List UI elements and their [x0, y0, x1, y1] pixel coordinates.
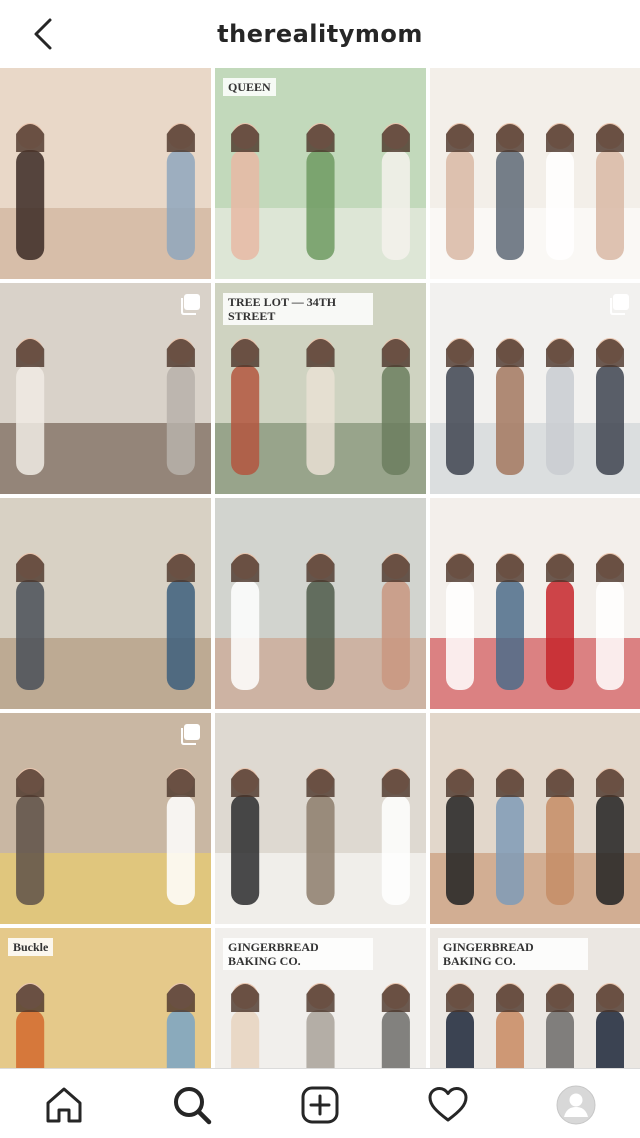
post-living-room-tree[interactable]: GINGERBREAD BAKING CO. [215, 928, 426, 1068]
post-photo [0, 68, 211, 279]
tab-new-post[interactable] [298, 1083, 342, 1127]
post-photo [215, 68, 426, 279]
post-white-kitchen-group[interactable] [430, 283, 640, 494]
post-photo-text: GINGERBREAD BAKING CO. [438, 938, 588, 970]
post-photo [0, 498, 211, 709]
post-photo-text: QUEEN [223, 78, 276, 96]
post-photo-text: GINGERBREAD BAKING CO. [223, 938, 373, 970]
post-photo-text: TREE LOT — 34TH STREET [223, 293, 373, 325]
posts-grid: QUEEN TREE LOT — 34TH STREET Buckle GINGERB… [0, 68, 640, 1068]
post-photo [430, 68, 640, 279]
home-icon [46, 1087, 82, 1123]
carousel-icon [610, 294, 629, 315]
post-three-kids[interactable] [430, 68, 640, 279]
add-post-icon [301, 1086, 339, 1124]
tab-profile[interactable] [554, 1083, 598, 1127]
post-four-women[interactable] [430, 713, 640, 924]
tab-home[interactable] [42, 1083, 86, 1127]
post-kitchen-baking[interactable] [0, 283, 211, 494]
heart-icon [428, 1087, 468, 1122]
carousel-icon [181, 724, 200, 745]
post-mural-buckle[interactable]: Buckle [0, 928, 211, 1068]
post-christmas-tree-dog[interactable] [215, 713, 426, 924]
post-bridesmaids[interactable] [215, 498, 426, 709]
post-photo [215, 713, 426, 924]
search-icon [174, 1087, 212, 1125]
post-door-shopping-bags[interactable] [0, 713, 211, 924]
post-garden-nursery[interactable]: TREE LOT — 34TH STREET [215, 283, 426, 494]
profile-avatar-icon [556, 1085, 596, 1125]
post-living-room-tv[interactable]: GINGERBREAD BAKING CO. [430, 928, 640, 1068]
post-photo [430, 713, 640, 924]
carousel-icon [181, 294, 200, 315]
tab-search[interactable] [170, 1083, 214, 1127]
post-girls-fringe-tops[interactable] [0, 68, 211, 279]
post-mom-two-boys[interactable] [0, 498, 211, 709]
bottom-tab-bar [0, 1068, 640, 1138]
post-photo [430, 498, 640, 709]
tab-activity[interactable] [426, 1083, 470, 1127]
profile-username: therealitymom [217, 20, 423, 48]
post-santa-kids[interactable] [430, 498, 640, 709]
post-queen-mug[interactable]: QUEEN [215, 68, 426, 279]
post-photo [215, 498, 426, 709]
post-photo-text: Buckle [8, 938, 54, 956]
profile-header: therealitymom [0, 0, 640, 68]
